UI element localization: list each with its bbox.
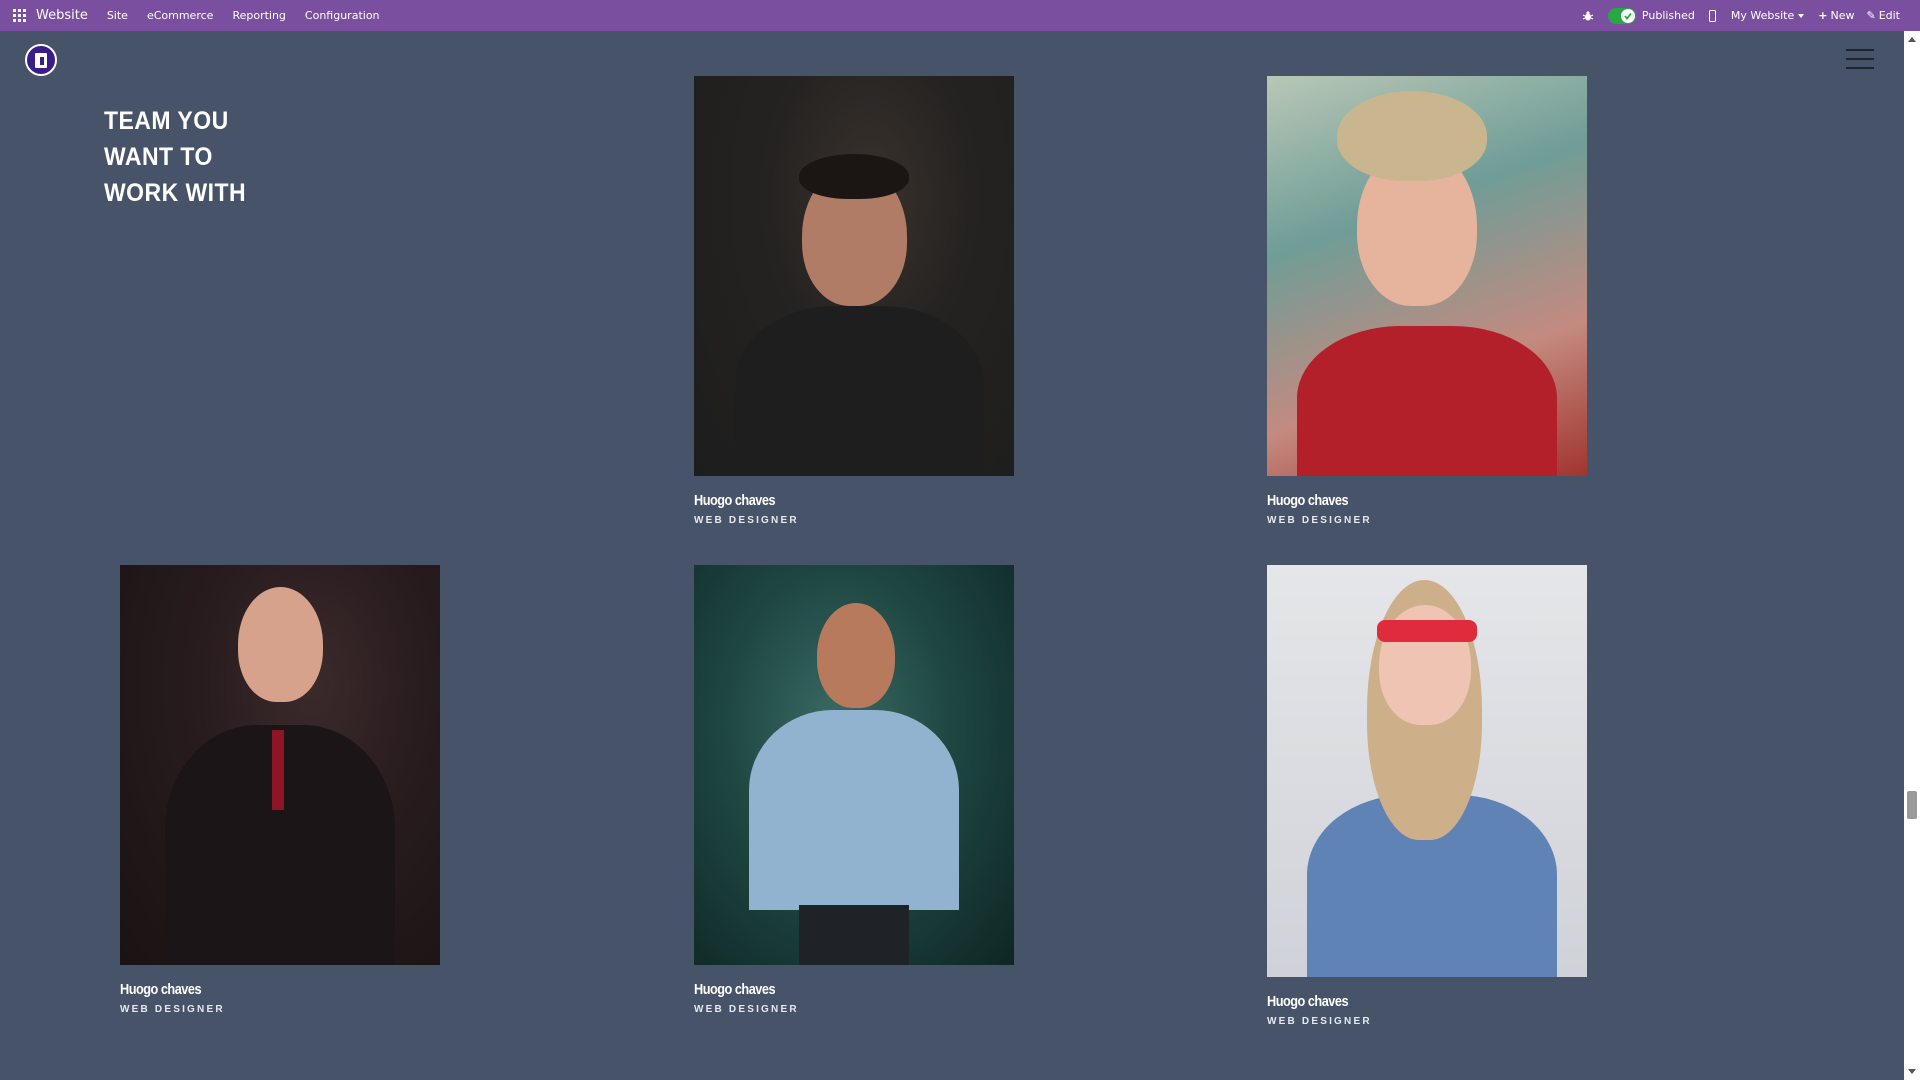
team-member-photo [694, 76, 1014, 476]
logo-glyph [35, 53, 47, 68]
team-member-photo [1267, 76, 1587, 476]
menu-item-site[interactable]: Site [107, 9, 128, 22]
page-scrollbar[interactable] [1904, 31, 1920, 1080]
pencil-icon: ✎ [1866, 9, 1876, 22]
website-selector-label: My Website [1730, 9, 1795, 22]
chevron-down-icon [1798, 14, 1805, 18]
plus-icon: + [1818, 9, 1828, 22]
scrollbar-thumb[interactable] [1907, 791, 1917, 819]
team-member-card: Huogo chaves WEB DESIGNER [1267, 565, 1587, 1027]
member-name: Huogo chaves [1267, 993, 1349, 1010]
check-icon [1624, 12, 1632, 20]
publish-toggle[interactable] [1607, 7, 1636, 24]
app-brand[interactable]: Website [36, 8, 88, 23]
member-role: WEB DESIGNER [120, 1004, 225, 1015]
menu-item-ecommerce[interactable]: eCommerce [147, 9, 213, 22]
mobile-preview-icon[interactable] [1708, 9, 1716, 22]
member-role: WEB DESIGNER [1267, 1016, 1372, 1027]
site-logo[interactable] [25, 44, 57, 76]
navbar-tools: Published My Website + New ✎ Edit [1582, 7, 1912, 24]
team-member-card: Huogo chaves WEB DESIGNER [1267, 76, 1587, 526]
member-role: WEB DESIGNER [1267, 515, 1372, 526]
new-button[interactable]: + New [1818, 9, 1854, 22]
apps-grid-icon[interactable] [13, 8, 27, 23]
team-member-photo [1267, 565, 1587, 977]
new-button-label: New [1830, 9, 1855, 22]
heading-line-1: TEAM YOU [104, 107, 229, 135]
edit-button[interactable]: ✎ Edit [1866, 9, 1900, 22]
team-member-photo [120, 565, 440, 965]
member-name: Huogo chaves [694, 492, 776, 509]
top-navbar: Website Site eCommerce Reporting Configu… [0, 0, 1920, 31]
member-name: Huogo chaves [694, 981, 776, 998]
team-member-card: Huogo chaves WEB DESIGNER [694, 565, 1014, 1015]
member-name: Huogo chaves [120, 981, 202, 998]
toggle-knob [1620, 8, 1635, 23]
heading-line-3: WORK WITH [104, 179, 247, 207]
team-member-photo [694, 565, 1014, 965]
hamburger-menu-icon[interactable] [1846, 49, 1874, 71]
bug-icon[interactable] [1582, 10, 1594, 22]
section-heading: TEAM YOU WANT TO WORK WITH [104, 103, 325, 211]
edit-button-label: Edit [1878, 9, 1900, 22]
team-member-card: Huogo chaves WEB DESIGNER [120, 565, 440, 1015]
menu-item-configuration[interactable]: Configuration [305, 9, 380, 22]
scroll-down-icon[interactable] [1908, 1069, 1916, 1074]
scroll-up-icon[interactable] [1908, 37, 1916, 42]
published-label[interactable]: Published [1642, 9, 1695, 22]
heading-line-2: WANT TO [104, 143, 213, 171]
member-role: WEB DESIGNER [694, 515, 799, 526]
menu-item-reporting[interactable]: Reporting [232, 9, 285, 22]
member-name: Huogo chaves [1267, 492, 1349, 509]
member-role: WEB DESIGNER [694, 1004, 799, 1015]
website-selector[interactable]: My Website [1730, 9, 1805, 22]
team-member-card: Huogo chaves WEB DESIGNER [694, 76, 1014, 526]
